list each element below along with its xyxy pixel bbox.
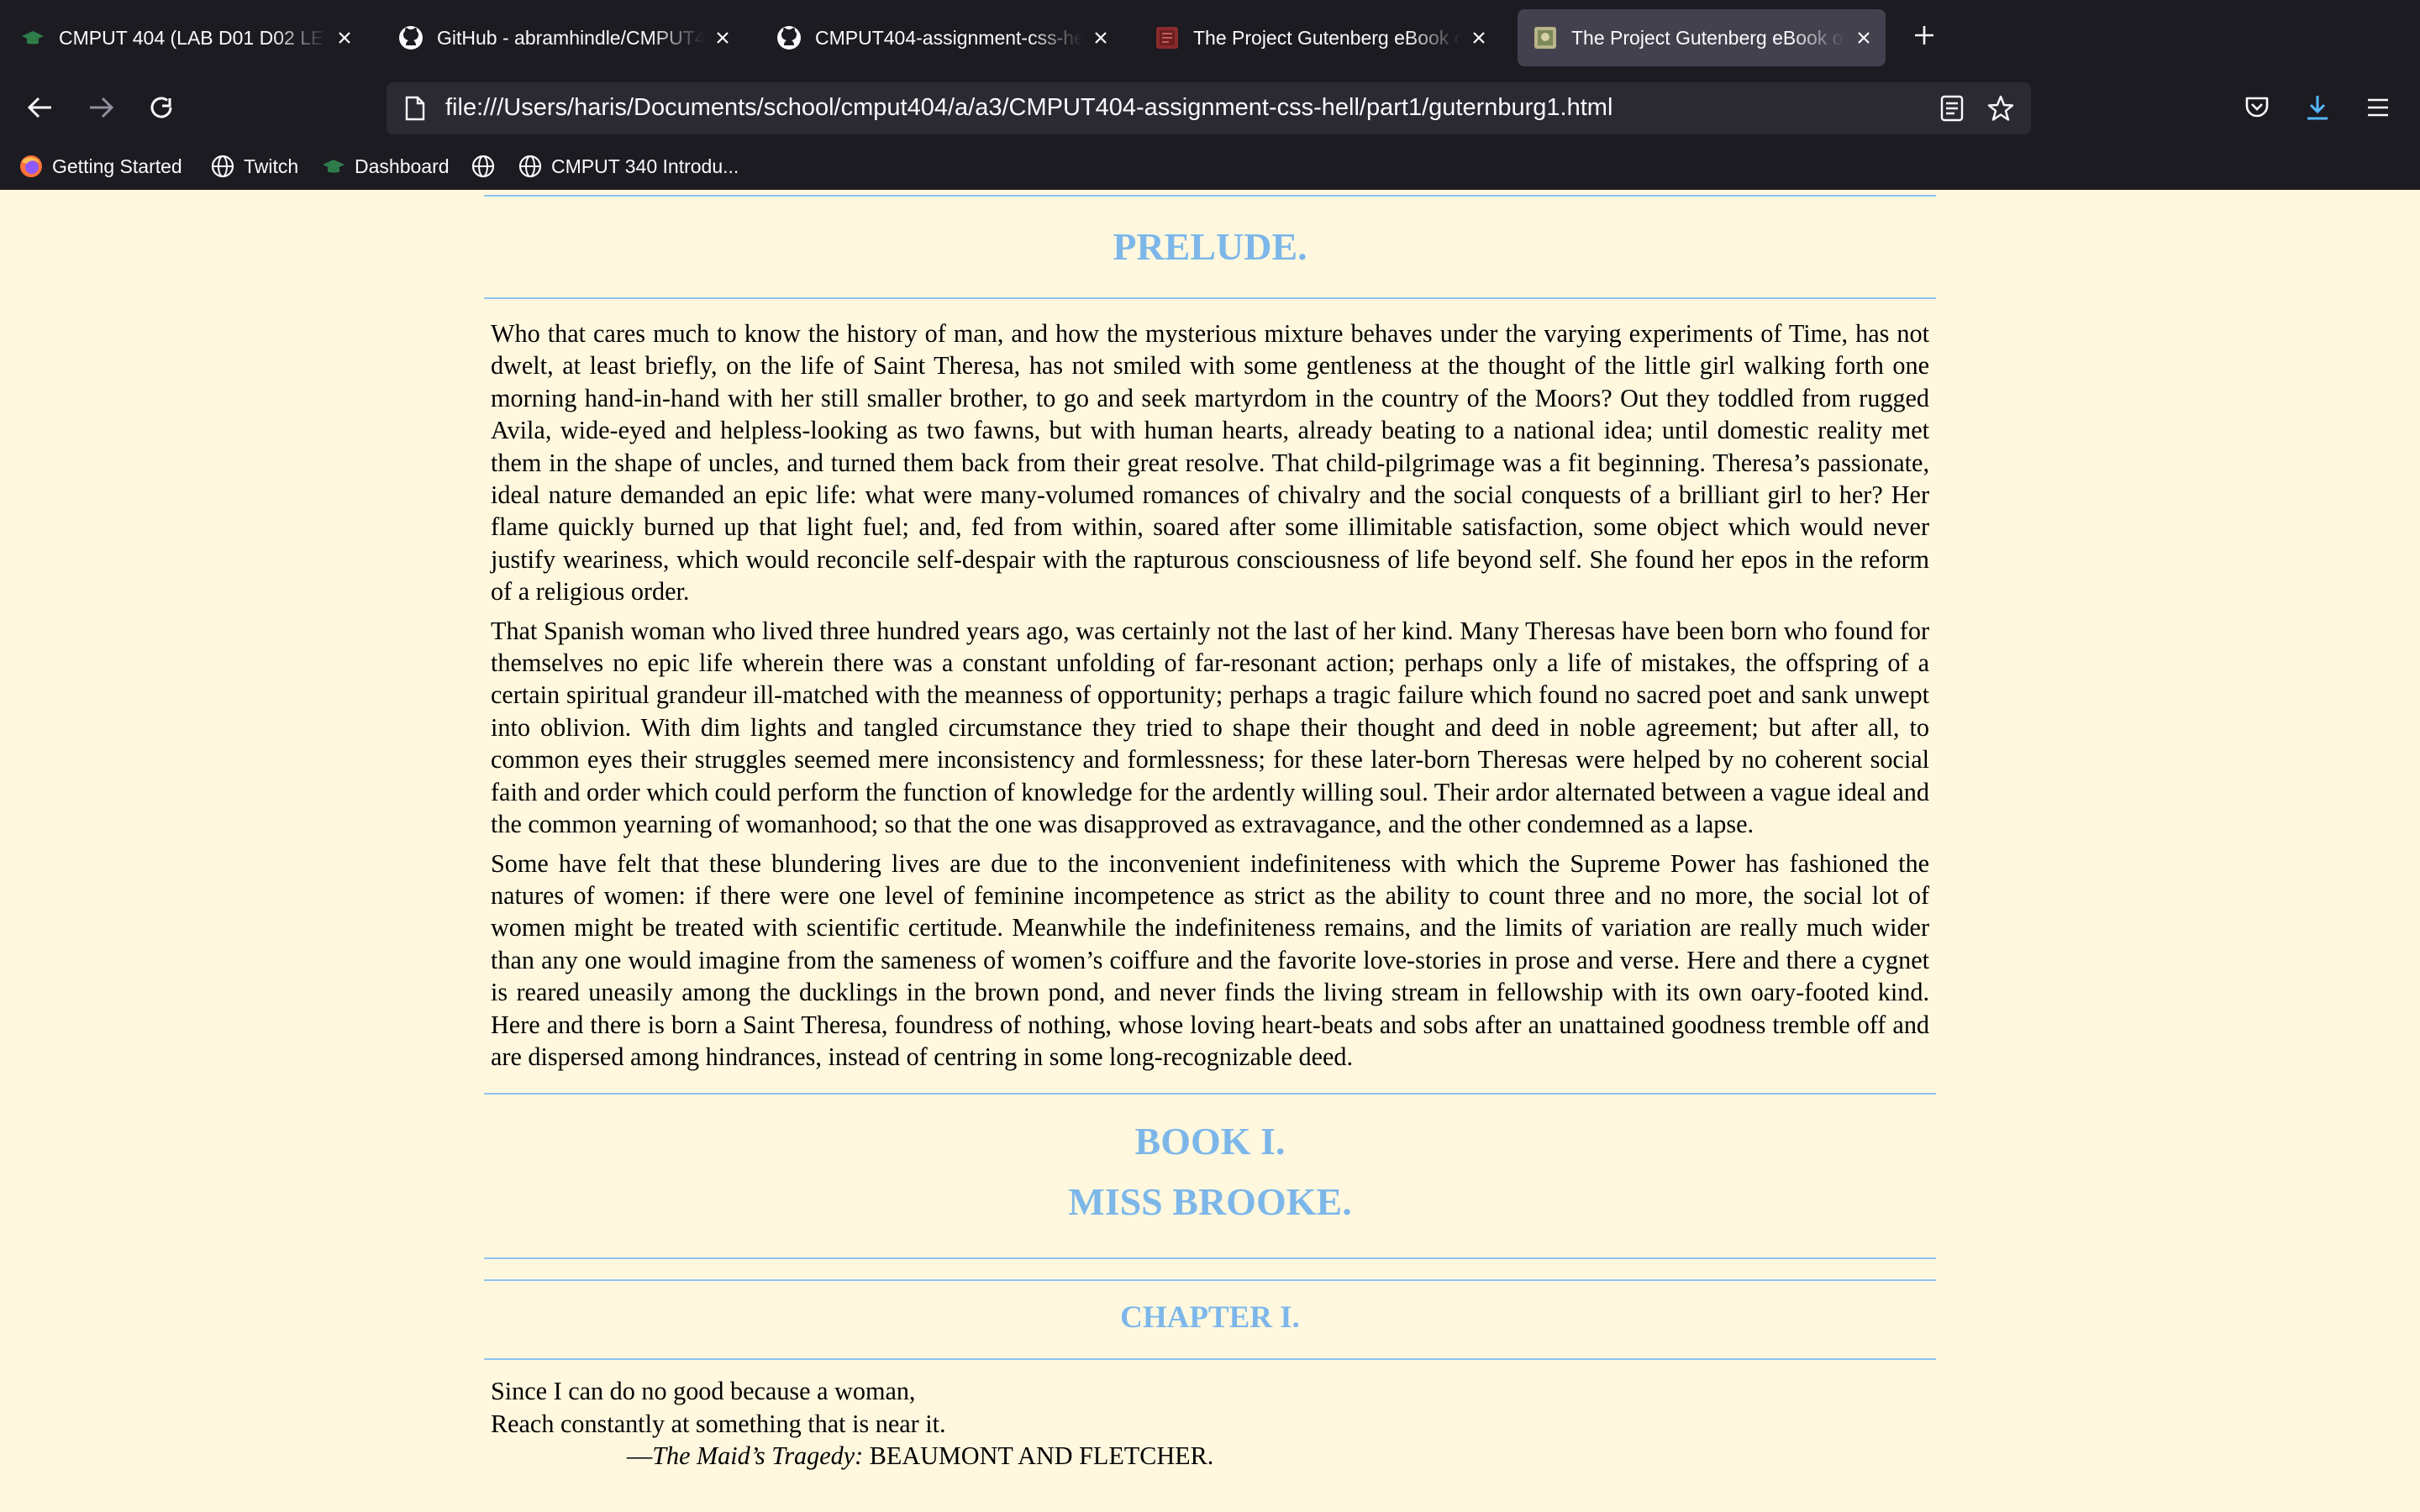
close-tab-icon[interactable]: [711, 26, 734, 50]
book-cover-icon: [1155, 25, 1180, 50]
app-menu-button[interactable]: [2360, 91, 2396, 128]
close-tab-icon[interactable]: [1089, 26, 1113, 50]
tab-github-assignment[interactable]: CMPUT404-assignment-css-hell: [761, 9, 1123, 66]
prelude-paragraph: Who that cares much to know the history …: [491, 319, 1929, 606]
github-icon: [398, 25, 424, 50]
address-bar[interactable]: file:///Users/haris/Documents/school/cmp…: [387, 82, 2031, 134]
prelude-paragraph: That Spanish woman who lived three hundr…: [491, 616, 1929, 839]
page-content: PRELUDE. Who that cares much to know the…: [484, 190, 1936, 1473]
bookmarks-toolbar: Getting Started Twitch Dashboard CMPUT 3…: [0, 144, 2420, 188]
tab-title: The Project Gutenberg eBook of: [1571, 26, 1845, 49]
attribution-dash: —: [627, 1441, 653, 1471]
bookmark-twitch[interactable]: Twitch: [210, 151, 298, 181]
browser-chrome: CMPUT 404 (LAB D01 D02 LEC GitHub - abra…: [0, 0, 2420, 190]
bookmark-label: Dashboard: [355, 155, 450, 177]
epigraph-attribution: —The Maid’s Tragedy: BEAUMONT AND FLETCH…: [484, 1440, 1936, 1472]
bookmark-unnamed[interactable]: [471, 151, 504, 181]
reader-view-icon[interactable]: [1939, 95, 1965, 126]
attribution-work: The Maid’s Tragedy:: [652, 1441, 864, 1471]
tab-title: GitHub - abramhindle/CMPUT404: [437, 26, 704, 49]
attribution-author: BEAUMONT AND FLETCHER.: [863, 1441, 1214, 1471]
page-icon: [403, 96, 427, 125]
url-text[interactable]: file:///Users/haris/Documents/school/cmp…: [445, 94, 1612, 122]
pocket-button[interactable]: [2238, 91, 2275, 128]
book-cover-icon: [1533, 25, 1558, 50]
divider: [484, 297, 1936, 299]
epigraph-line: Since I can do no good because a woman,: [491, 1377, 916, 1406]
tab-github-cmput404[interactable]: GitHub - abramhindle/CMPUT404: [383, 9, 744, 66]
close-tab-icon[interactable]: [1852, 26, 1876, 50]
tab-title: CMPUT 404 (LAB D01 D02 LEC: [59, 26, 326, 49]
hamburger-menu-icon: [2365, 97, 2391, 123]
epigraph: Since I can do no good because a woman, …: [484, 1375, 1936, 1472]
divider: [484, 1358, 1936, 1361]
bookmark-label: Getting Started: [52, 155, 182, 177]
arrow-right-icon: [87, 93, 115, 126]
bookmark-label: CMPUT 340 Introdu...: [551, 155, 739, 177]
book-subheading: MISS BROOKE.: [1068, 1180, 1352, 1224]
graduation-cap-icon: [321, 154, 346, 179]
prelude-paragraph: Some have felt that these blundering liv…: [491, 848, 1929, 1071]
new-tab-button[interactable]: [1906, 18, 1943, 55]
bookmark-star-icon[interactable]: [1986, 94, 2015, 127]
tab-strip: CMPUT 404 (LAB D01 D02 LEC GitHub - abra…: [0, 0, 2420, 74]
arrow-left-icon: [26, 93, 55, 126]
book-heading: BOOK I.: [1134, 1120, 1286, 1163]
back-button[interactable]: [20, 89, 60, 129]
download-icon: [2304, 93, 2331, 126]
divider: [484, 1257, 1936, 1260]
tab-title: CMPUT404-assignment-css-hell: [815, 26, 1082, 49]
globe-icon: [210, 154, 235, 179]
close-tab-icon[interactable]: [1467, 26, 1491, 50]
downloads-button[interactable]: [2299, 91, 2336, 128]
firefox-icon: [18, 154, 44, 179]
bookmark-dashboard[interactable]: Dashboard: [321, 151, 450, 181]
close-tab-icon[interactable]: [333, 26, 356, 50]
reload-button[interactable]: [141, 89, 182, 129]
plus-icon: [1912, 24, 1936, 51]
tab-gutenberg-1[interactable]: The Project Gutenberg eBook of: [1139, 9, 1501, 66]
tab-gutenberg-active[interactable]: The Project Gutenberg eBook of: [1518, 9, 1886, 66]
forward-button[interactable]: [81, 89, 121, 129]
github-icon: [776, 25, 802, 50]
tab-cmput404-lab[interactable]: CMPUT 404 (LAB D01 D02 LEC: [5, 9, 366, 66]
tab-title: The Project Gutenberg eBook of: [1193, 26, 1460, 49]
book-heading-block: BOOK I. MISS BROOKE.: [484, 1095, 1936, 1257]
prelude-heading: PRELUDE.: [1113, 225, 1307, 268]
epigraph-line: Reach constantly at something that is ne…: [491, 1409, 946, 1438]
globe-icon: [471, 154, 496, 179]
graduation-cap-icon: [20, 25, 45, 50]
bookmark-cmput340[interactable]: CMPUT 340 Introdu...: [518, 151, 739, 181]
reload-icon: [147, 93, 176, 126]
bookmark-label: Twitch: [244, 155, 299, 177]
chapter-heading: CHAPTER I.: [1120, 1300, 1300, 1336]
bookmark-getting-started[interactable]: Getting Started: [18, 151, 182, 181]
pocket-icon: [2244, 94, 2270, 125]
globe-icon: [518, 154, 543, 179]
